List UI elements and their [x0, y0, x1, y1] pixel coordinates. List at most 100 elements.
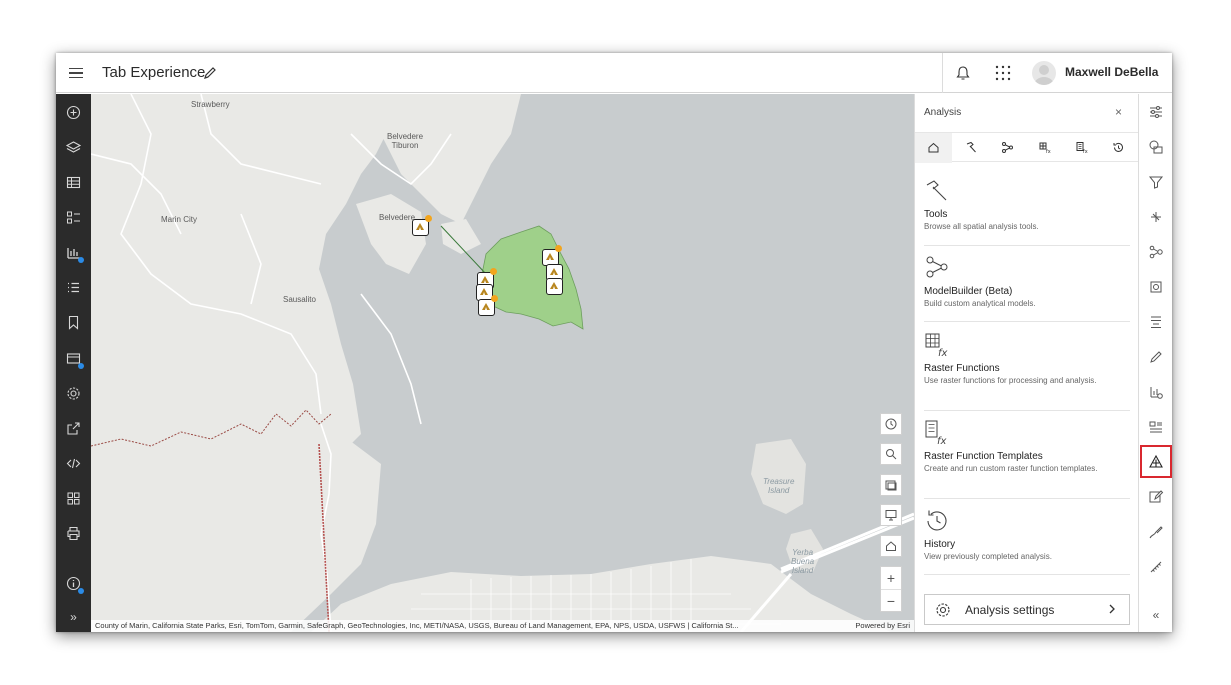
close-panel-button[interactable]: ×	[1115, 105, 1122, 119]
table-icon[interactable]	[65, 174, 82, 191]
map-marker[interactable]	[546, 278, 563, 295]
chart-settings-icon[interactable]	[1148, 384, 1164, 400]
presentation-button[interactable]	[880, 504, 902, 526]
pop-ups-icon[interactable]	[1148, 279, 1164, 295]
card-title: Raster Function Templates	[924, 451, 1043, 462]
share-icon[interactable]	[65, 420, 82, 437]
tab-raster-function-templates[interactable]: fx	[1063, 133, 1100, 163]
tab-modelbuilder[interactable]	[989, 133, 1026, 163]
home-icon	[928, 142, 939, 153]
card-description: Create and run custom raster function te…	[924, 464, 1098, 473]
analysis-settings-button[interactable]: Analysis settings	[924, 594, 1130, 625]
zoom-in-button[interactable]: +	[881, 567, 901, 589]
modelbuilder-icon	[924, 255, 950, 281]
raster-template-icon: fx	[1076, 142, 1088, 154]
raster-function-icon: fx	[924, 332, 950, 359]
card-raster-functions[interactable]: fx Raster Functions Use raster functions…	[924, 332, 1130, 386]
basemap-gallery-button[interactable]	[880, 474, 902, 496]
info-icon[interactable]	[65, 575, 84, 594]
map-label-treasure-island: Treasure Island	[763, 477, 795, 495]
grid-icon[interactable]	[65, 490, 82, 507]
card-title: Raster Functions	[924, 363, 1000, 374]
card-description: View previously completed analysis.	[924, 552, 1052, 561]
hammer-icon	[924, 178, 950, 204]
map-marker[interactable]	[412, 215, 432, 236]
left-toolbar: »	[56, 94, 91, 632]
tab-history[interactable]	[1100, 133, 1137, 163]
labels-icon[interactable]	[1148, 419, 1164, 435]
powered-by-esri[interactable]: Powered by Esri	[855, 620, 910, 632]
time-slider-button[interactable]	[880, 413, 902, 435]
properties-icon[interactable]	[1148, 104, 1164, 120]
effects-icon[interactable]	[1148, 209, 1164, 225]
tab-home[interactable]	[915, 133, 952, 163]
filter-icon[interactable]	[1148, 174, 1164, 190]
settings-icon[interactable]	[65, 385, 82, 402]
chevron-right-icon	[1109, 604, 1115, 614]
svg-text:fx: fx	[1046, 149, 1051, 154]
attribution-text: County of Marin, California State Parks,…	[95, 621, 739, 630]
avatar[interactable]	[1032, 61, 1056, 85]
search-button[interactable]	[880, 443, 902, 465]
edit-icon[interactable]	[1148, 489, 1164, 505]
card-description: Browse all spatial analysis tools.	[924, 222, 1039, 231]
map-attribution: County of Marin, California State Parks,…	[91, 620, 914, 632]
card-raster-function-templates[interactable]: fx Raster Function Templates Create and …	[924, 420, 1130, 474]
analysis-settings-label: Analysis settings	[965, 603, 1055, 617]
app-window: Tab Experience Maxwell DeBella » Strawbe…	[56, 53, 1172, 632]
measure-icon[interactable]	[1148, 559, 1164, 575]
charts-icon[interactable]	[65, 244, 84, 263]
card-modelbuilder[interactable]: ModelBuilder (Beta) Build custom analyti…	[924, 255, 1130, 309]
bookmark-icon[interactable]	[65, 314, 82, 331]
card-history[interactable]: History View previously completed analys…	[924, 508, 1130, 562]
list-icon[interactable]	[65, 279, 82, 296]
zoom-out-button[interactable]: −	[881, 589, 901, 611]
app-launcher-icon[interactable]	[994, 64, 1012, 82]
user-name[interactable]: Maxwell DeBella	[1065, 65, 1158, 79]
analysis-icon[interactable]	[1148, 454, 1164, 470]
edit-title-icon[interactable]	[202, 65, 218, 81]
app-header: Tab Experience Maxwell DeBella	[56, 53, 1172, 93]
tab-tools[interactable]	[952, 133, 989, 163]
map-label-belvedere-tiburon: Belvedere Tiburon	[387, 132, 424, 150]
collapse-toolbar-icon[interactable]: «	[1148, 607, 1164, 623]
fields-icon[interactable]	[1148, 314, 1164, 330]
sketch-icon[interactable]	[1148, 349, 1164, 365]
modelbuilder-icon	[1002, 142, 1013, 153]
divider	[924, 321, 1130, 322]
map-label-sausalito: Sausalito	[283, 295, 316, 304]
styles-icon[interactable]	[1148, 139, 1164, 155]
embed-icon[interactable]	[65, 455, 82, 472]
raster-function-icon: fx	[1039, 142, 1051, 154]
map-view[interactable]: Strawberry Belvedere Tiburon Marin City …	[91, 94, 914, 632]
hammer-icon	[966, 141, 976, 153]
card-description: Build custom analytical models.	[924, 299, 1036, 308]
header-divider	[942, 53, 943, 93]
legend-icon[interactable]	[65, 209, 82, 226]
divider	[924, 574, 1130, 575]
map-marker[interactable]	[478, 295, 498, 316]
expand-toolbar-icon[interactable]: »	[65, 609, 82, 626]
sketch-draw-icon[interactable]	[1148, 524, 1164, 540]
svg-text:fx: fx	[938, 348, 948, 358]
home-button[interactable]	[880, 535, 902, 557]
raster-template-icon: fx	[924, 420, 950, 447]
card-tools[interactable]: Tools Browse all spatial analysis tools.	[924, 178, 1130, 232]
media-icon[interactable]	[65, 350, 84, 369]
history-icon	[924, 508, 950, 534]
svg-text:fx: fx	[937, 436, 947, 446]
app-title: Tab Experience	[102, 64, 206, 81]
menu-icon[interactable]	[68, 65, 84, 81]
bell-icon[interactable]	[954, 64, 972, 82]
analysis-panel: Analysis × fx fx Tools Browse all spatia…	[914, 94, 1139, 632]
analysis-tabs: fx fx	[915, 132, 1139, 163]
map-label-yerba-buena: Yerba Buena Island	[791, 548, 815, 575]
add-layer-icon[interactable]	[65, 104, 82, 121]
aggregation-icon[interactable]	[1148, 244, 1164, 260]
history-icon	[1113, 142, 1123, 152]
tab-raster-functions[interactable]: fx	[1026, 133, 1063, 163]
card-title: ModelBuilder (Beta)	[924, 286, 1013, 297]
print-icon[interactable]	[65, 525, 82, 542]
layers-icon[interactable]	[65, 139, 82, 156]
divider	[924, 410, 1130, 411]
